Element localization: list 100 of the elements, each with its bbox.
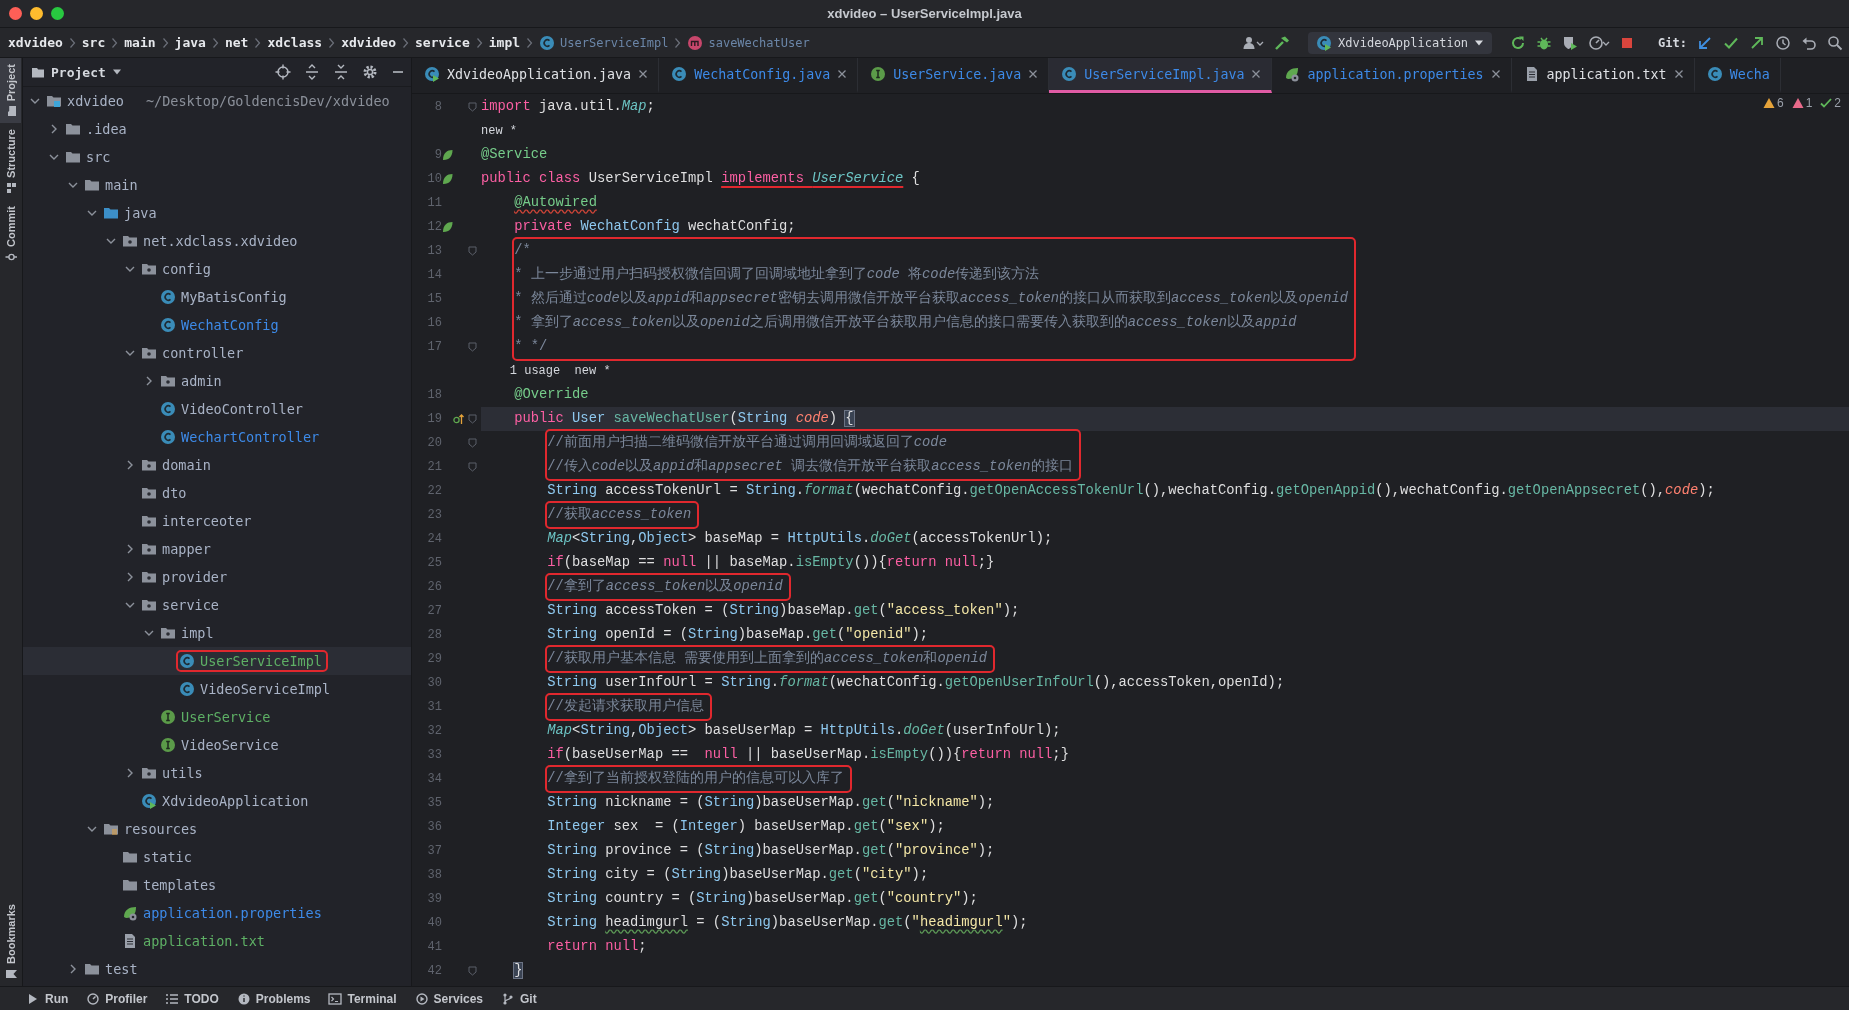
editor-tab[interactable]: UserServiceImpl.java <box>1049 58 1273 93</box>
tree-item[interactable]: java <box>23 199 411 227</box>
tree-item[interactable]: MyBatisConfig <box>23 283 411 311</box>
close-icon[interactable] <box>1251 69 1262 79</box>
tree-item[interactable]: xdvideo ~/Desktop/GoldencisDev/xdvideo <box>23 87 411 115</box>
user-icon[interactable] <box>1242 34 1265 51</box>
breadcrumb-item[interactable]: net <box>224 35 249 50</box>
collapse-all-icon[interactable] <box>333 64 349 80</box>
breadcrumb-item[interactable]: java <box>174 35 206 50</box>
settings-icon[interactable] <box>362 64 378 80</box>
clock-icon[interactable] <box>1775 34 1791 51</box>
tree-item[interactable]: .idea <box>23 115 411 143</box>
tree-item[interactable]: config <box>23 255 411 283</box>
run-configuration-dropdown[interactable]: XdvideoApplication <box>1308 31 1493 54</box>
circle-arrow-icon[interactable] <box>453 413 464 425</box>
close-icon[interactable] <box>1673 69 1684 79</box>
tree-item[interactable]: UserService <box>23 703 411 731</box>
window-minimize-button[interactable] <box>30 7 43 20</box>
editor-tab[interactable]: XdvideoApplication.java <box>412 58 660 93</box>
tree-item[interactable]: utils <box>23 759 411 787</box>
search-icon[interactable] <box>1827 34 1843 51</box>
tree-item[interactable]: main <box>23 171 411 199</box>
gauge-icon[interactable] <box>1588 34 1611 51</box>
tree-item[interactable]: VideoService <box>23 731 411 759</box>
tool-window-button[interactable]: Services <box>414 991 483 1006</box>
editor-tab[interactable]: application.txt <box>1511 58 1695 93</box>
breadcrumb-item[interactable]: xdclass <box>267 35 323 50</box>
breadcrumb-item[interactable]: xdvideo <box>8 35 63 50</box>
tool-window-tab[interactable]: Commit <box>0 200 21 270</box>
close-icon[interactable] <box>837 69 848 79</box>
window-zoom-button[interactable] <box>51 7 64 20</box>
rerun-icon[interactable] <box>1510 34 1527 51</box>
tree-item[interactable]: resources <box>23 815 411 843</box>
close-icon[interactable] <box>1490 69 1501 79</box>
fold-marker-icon[interactable] <box>468 102 477 112</box>
tree-item[interactable]: domain <box>23 451 411 479</box>
tree-item[interactable]: mapper <box>23 535 411 563</box>
tree-item[interactable]: WechatConfig <box>23 311 411 339</box>
tree-item[interactable]: templates <box>23 871 411 899</box>
tree-item[interactable]: UserServiceImpl <box>23 647 411 675</box>
tool-window-button[interactable]: Profiler <box>86 991 148 1006</box>
tree-item[interactable]: controller <box>23 339 411 367</box>
tree-item[interactable]: impl <box>23 619 411 647</box>
editor-tab[interactable]: application.properties <box>1272 58 1512 93</box>
fold-marker-icon[interactable] <box>468 414 477 424</box>
breadcrumb-item[interactable]: saveWechatUser <box>687 34 810 51</box>
fold-marker-icon[interactable] <box>468 462 477 472</box>
expand-all-icon[interactable] <box>304 64 320 80</box>
editor-tab[interactable]: Wecha <box>1694 58 1781 93</box>
breadcrumb-item[interactable]: src <box>81 35 106 50</box>
tool-window-button[interactable]: Terminal <box>328 991 397 1006</box>
close-icon[interactable] <box>638 69 649 79</box>
push-arrow-icon[interactable] <box>1749 34 1765 51</box>
tree-item[interactable]: admin <box>23 367 411 395</box>
chevron-icon <box>674 36 682 49</box>
tree-item[interactable]: dto <box>23 479 411 507</box>
tree-item[interactable]: VideoController <box>23 395 411 423</box>
hammer-icon[interactable] <box>1274 34 1291 51</box>
tool-window-tab[interactable]: Bookmarks <box>0 898 21 986</box>
inspection-count[interactable]: 6 <box>1762 96 1784 110</box>
tree-item[interactable]: interceoter <box>23 507 411 535</box>
crosshair-icon[interactable] <box>275 64 291 80</box>
close-icon[interactable] <box>1028 69 1039 79</box>
tool-window-button[interactable]: Run <box>26 991 69 1006</box>
project-view-dropdown[interactable]: Project <box>29 64 124 80</box>
tree-item[interactable]: provider <box>23 563 411 591</box>
tree-item[interactable]: application.properties <box>23 899 411 927</box>
tree-item[interactable]: static <box>23 843 411 871</box>
tree-item[interactable]: VideoServiceImpl <box>23 675 411 703</box>
breadcrumb-item[interactable]: service <box>415 35 470 50</box>
tree-item[interactable]: WechartController <box>23 423 411 451</box>
leaf-icon[interactable] <box>442 149 453 161</box>
window-close-button[interactable] <box>9 7 22 20</box>
inspection-count[interactable]: 2 <box>1820 96 1841 110</box>
leaf-icon[interactable] <box>442 221 453 233</box>
fold-marker-icon[interactable] <box>468 438 477 448</box>
tree-item[interactable]: XdvideoApplication <box>23 787 411 815</box>
update-arrow-icon[interactable] <box>1697 34 1713 51</box>
tree-item[interactable]: src <box>23 143 411 171</box>
tool-window-button[interactable]: TODO <box>165 991 219 1006</box>
fold-marker-icon[interactable] <box>468 342 477 352</box>
fold-marker-icon[interactable] <box>468 246 477 256</box>
shield-run-icon[interactable] <box>1562 34 1579 51</box>
tree-item[interactable]: application.txt <box>23 927 411 955</box>
tool-window-tab[interactable]: Structure <box>0 123 21 201</box>
tool-window-button[interactable]: Git <box>501 991 537 1006</box>
inspection-count[interactable]: 1 <box>1791 96 1813 110</box>
breadcrumb-item[interactable]: UserServiceImpl <box>539 34 669 51</box>
leaf-icon[interactable] <box>442 173 453 185</box>
breadcrumb-item[interactable]: impl <box>488 35 521 50</box>
tree-item[interactable]: test <box>23 955 411 983</box>
fold-marker-icon[interactable] <box>468 966 477 976</box>
editor-tab[interactable]: WechatConfig.java <box>659 58 859 93</box>
tool-window-button[interactable]: Problems <box>236 991 311 1006</box>
tree-item[interactable]: service <box>23 591 411 619</box>
tree-item[interactable]: net.xdclass.xdvideo <box>23 227 411 255</box>
breadcrumb-item[interactable]: main <box>124 35 156 50</box>
tool-window-tab[interactable]: Project <box>0 58 21 124</box>
stop-icon[interactable] <box>1620 35 1635 50</box>
breadcrumb-item[interactable]: xdvideo <box>341 35 396 50</box>
